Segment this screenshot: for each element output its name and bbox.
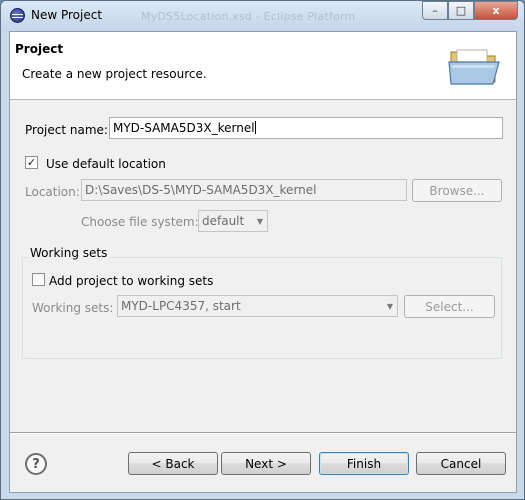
finish-button[interactable]: Finish <box>319 452 409 475</box>
background-window-title: MyDS5Location.xsd - Eclipse Platform <box>141 10 356 23</box>
working-sets-value: MYD-LPC4357, start <box>121 299 241 313</box>
footer-separator <box>10 432 516 434</box>
location-input[interactable]: D:\Saves\DS-5\MYD-SAMA5D3X_kernel <box>81 179 407 201</box>
minimize-icon: – <box>432 4 438 17</box>
checkmark-icon: ✓ <box>26 156 37 169</box>
chevron-down-icon: ▼ <box>256 217 263 226</box>
working-sets-select[interactable]: MYD-LPC4357, start ▼ <box>117 295 398 317</box>
page-description: Create a new project resource. <box>22 67 207 81</box>
help-button[interactable]: ? <box>25 453 47 475</box>
close-icon: x <box>492 4 500 17</box>
next-button-label: Next > <box>245 456 287 471</box>
use-default-location-checkbox[interactable]: ✓ <box>25 156 38 169</box>
add-to-working-sets-label[interactable]: Add project to working sets <box>49 274 213 288</box>
back-button[interactable]: < Back <box>128 452 218 475</box>
project-name-label: Project name: <box>25 123 108 137</box>
wizard-banner: Project Create a new project resource. <box>10 32 516 100</box>
location-value: D:\Saves\DS-5\MYD-SAMA5D3X_kernel <box>85 183 317 197</box>
project-name-input[interactable]: MYD-SAMA5D3X_kernel <box>109 117 503 139</box>
browse-button-label: Browse... <box>429 183 485 198</box>
folder-icon <box>448 49 500 85</box>
page-title: Project <box>15 42 64 56</box>
cancel-button[interactable]: Cancel <box>416 452 506 475</box>
dialog-client-area: Project Create a new project resource. P… <box>9 31 517 493</box>
select-button-label: Select... <box>425 299 474 314</box>
project-name-value: MYD-SAMA5D3X_kernel <box>113 121 255 135</box>
add-to-working-sets-checkbox[interactable] <box>32 273 45 286</box>
minimize-button[interactable]: – <box>422 1 448 20</box>
title-bar[interactable]: New Project MyDS5Location.xsd - Eclipse … <box>1 1 524 31</box>
location-label: Location: <box>25 185 80 199</box>
help-icon: ? <box>32 456 40 472</box>
back-button-label: < Back <box>151 456 195 471</box>
file-system-value: default <box>202 214 245 228</box>
finish-button-label: Finish <box>346 456 382 471</box>
window-title: New Project <box>31 8 103 22</box>
close-button[interactable]: x <box>474 1 518 20</box>
choose-file-system-label: Choose file system: <box>81 215 199 229</box>
chevron-down-icon: ▼ <box>386 302 393 311</box>
browse-button[interactable]: Browse... <box>412 179 502 202</box>
window-controls: – □ x <box>422 1 518 20</box>
working-sets-group-title: Working sets <box>28 246 110 260</box>
text-caret <box>254 121 256 134</box>
cancel-button-label: Cancel <box>440 456 482 471</box>
file-system-select[interactable]: default ▼ <box>198 210 268 232</box>
maximize-icon: □ <box>455 4 467 17</box>
next-button[interactable]: Next > <box>221 452 311 475</box>
select-working-sets-button[interactable]: Select... <box>404 295 495 318</box>
eclipse-icon <box>10 8 25 23</box>
new-project-window: New Project MyDS5Location.xsd - Eclipse … <box>0 0 525 500</box>
working-sets-label: Working sets: <box>32 301 114 315</box>
maximize-button[interactable]: □ <box>448 1 474 20</box>
use-default-location-label[interactable]: Use default location <box>46 157 166 171</box>
